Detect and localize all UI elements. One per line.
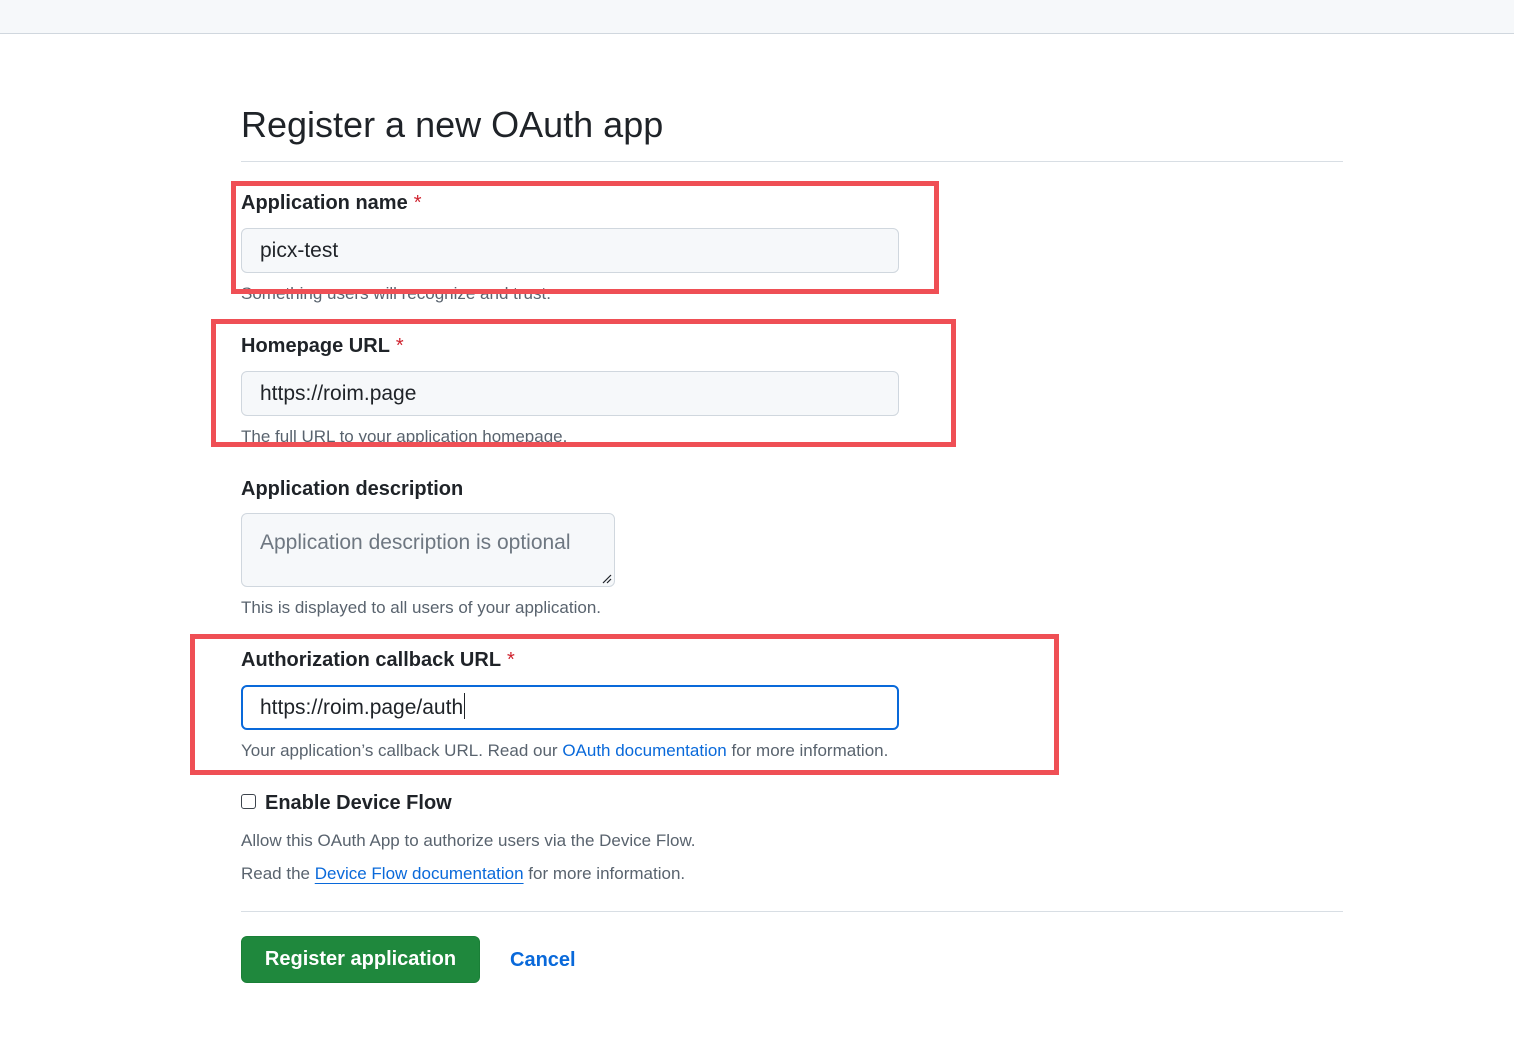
application-name-label-text: Application name [241, 192, 408, 214]
page-title: Register a new OAuth app [241, 104, 664, 145]
device-flow-read-suffix: for more information. [523, 864, 686, 883]
top-bar [0, 0, 1514, 34]
callback-url-input[interactable]: https://roim.page/auth [241, 685, 899, 730]
application-name-label: Application name * [241, 189, 422, 217]
required-marker: * [507, 649, 515, 671]
register-application-button[interactable]: Register application [241, 936, 480, 983]
callback-url-value: https://roim.page/auth [260, 696, 464, 719]
application-description-label: Application description [241, 478, 464, 500]
enable-device-flow-label[interactable]: Enable Device Flow [265, 789, 452, 817]
application-name-input[interactable]: picx-test [241, 228, 899, 273]
homepage-url-label: Homepage URL * [241, 332, 404, 360]
device-flow-read-more: Read the Device Flow documentation for m… [241, 862, 685, 886]
required-marker: * [413, 192, 422, 214]
application-description-textarea[interactable]: Application description is optional [241, 513, 615, 587]
actions-divider [241, 911, 1343, 912]
oauth-documentation-link[interactable]: OAuth documentation [562, 741, 726, 760]
application-name-hint: Something users will recognize and trust… [241, 284, 551, 303]
callback-hint-suffix: for more information. [726, 741, 889, 760]
homepage-url-input[interactable]: https://roim.page [241, 371, 899, 416]
text-caret [464, 693, 466, 719]
device-flow-row: Enable Device Flow [241, 789, 452, 817]
cancel-button[interactable]: Cancel [510, 946, 576, 974]
homepage-url-hint: The full URL to your application homepag… [241, 427, 568, 446]
device-flow-read-prefix: Read the [241, 864, 315, 883]
callback-url-label: Authorization callback URL * [241, 646, 515, 674]
homepage-url-label-text: Homepage URL [241, 335, 390, 357]
description-placeholder: Application description is optional [260, 531, 571, 554]
title-divider [241, 161, 1343, 162]
device-flow-documentation-link[interactable]: Device Flow documentation [315, 864, 524, 883]
callback-url-label-text: Authorization callback URL [241, 649, 502, 671]
enable-device-flow-checkbox[interactable] [241, 793, 256, 809]
application-description-hint: This is displayed to all users of your a… [241, 598, 602, 617]
device-flow-description: Allow this OAuth App to authorize users … [241, 831, 696, 850]
required-marker: * [395, 335, 404, 357]
resize-handle-icon[interactable] [602, 574, 612, 584]
callback-hint-prefix: Your application’s callback URL. Read ou… [241, 741, 563, 760]
callback-url-hint: Your application’s callback URL. Read ou… [241, 739, 888, 763]
